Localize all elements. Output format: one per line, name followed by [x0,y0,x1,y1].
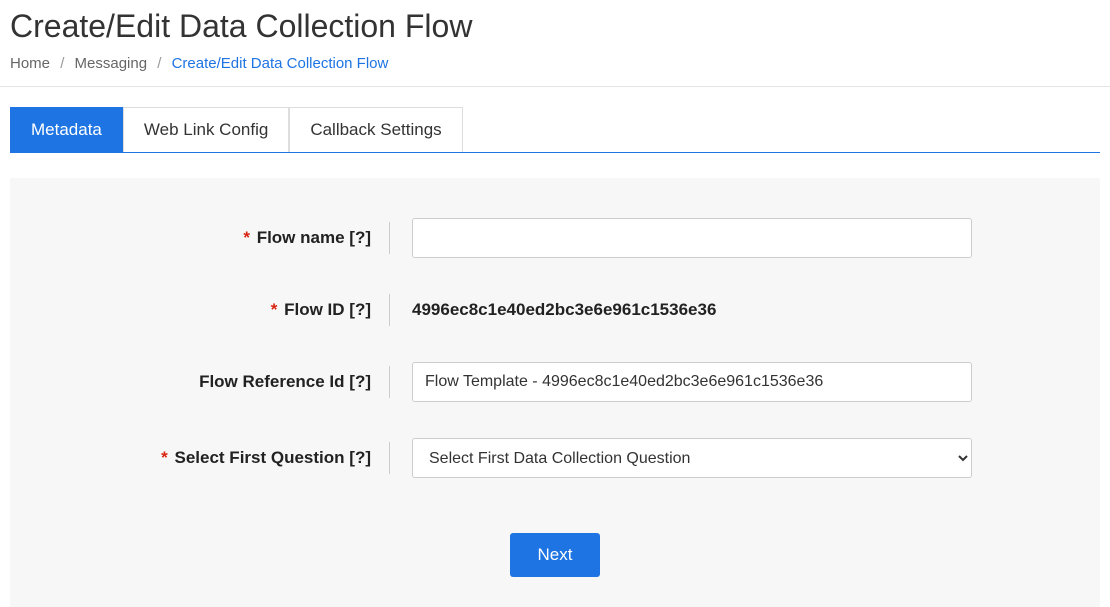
first-question-label-text: Select First Question [175,448,345,467]
flow-id-label-text: Flow ID [284,300,344,319]
help-icon[interactable]: [?] [349,372,371,391]
first-question-select[interactable]: Select First Data Collection Question [412,438,972,478]
flow-reference-id-label: Flow Reference Id [?] [30,366,390,398]
help-icon[interactable]: [?] [349,448,371,467]
flow-name-label: * Flow name [?] [30,222,390,254]
flow-name-input[interactable] [412,218,972,258]
flow-id-label: * Flow ID [?] [30,294,390,326]
tabs: Metadata Web Link Config Callback Settin… [10,107,1100,153]
flow-name-label-text: Flow name [257,228,345,247]
tab-metadata[interactable]: Metadata [10,107,123,152]
help-icon[interactable]: [?] [349,228,371,247]
divider [0,86,1110,87]
required-marker: * [161,448,168,467]
breadcrumb-home[interactable]: Home [10,55,50,72]
next-button[interactable]: Next [510,533,601,577]
flow-id-value: 4996ec8c1e40ed2bc3e6e961c1536e36 [412,300,716,319]
flow-reference-id-input[interactable] [412,362,972,402]
help-icon[interactable]: [?] [349,300,371,319]
metadata-panel: * Flow name [?] * Flow ID [?] 4996ec8c1e… [10,178,1100,607]
page-title: Create/Edit Data Collection Flow [10,8,1100,45]
first-question-label: * Select First Question [?] [30,442,390,474]
flow-reference-id-label-text: Flow Reference Id [199,372,344,391]
breadcrumb: Home / Messaging / Create/Edit Data Coll… [10,55,1100,72]
breadcrumb-messaging[interactable]: Messaging [75,55,148,72]
tab-web-link-config[interactable]: Web Link Config [123,107,289,152]
breadcrumb-separator: / [60,55,64,72]
breadcrumb-current: Create/Edit Data Collection Flow [172,55,389,72]
required-marker: * [271,300,278,319]
breadcrumb-separator: / [157,55,161,72]
tab-callback-settings[interactable]: Callback Settings [289,107,462,152]
required-marker: * [243,228,250,247]
